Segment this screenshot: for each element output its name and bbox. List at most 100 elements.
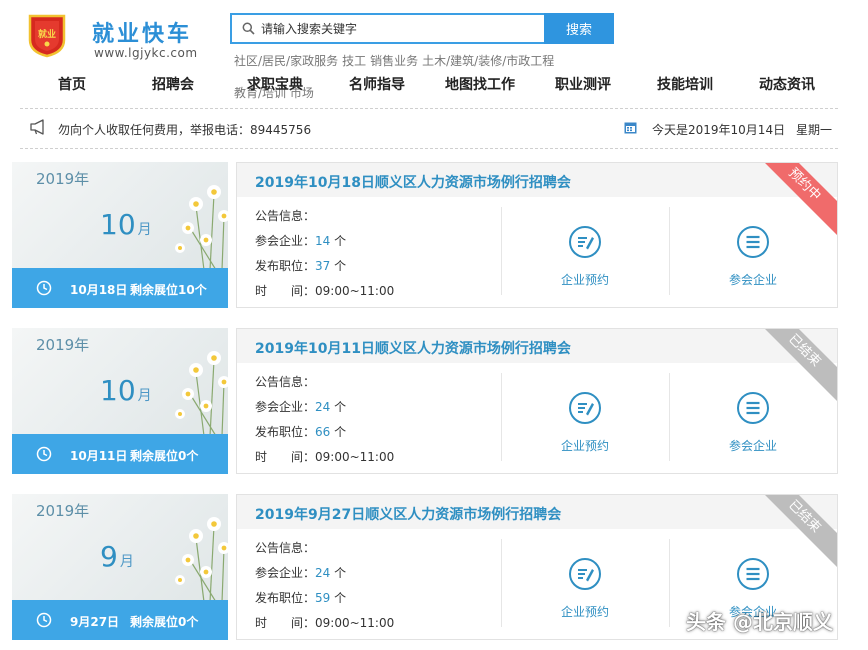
- clock-icon: [36, 280, 52, 296]
- edit-form-icon: [569, 226, 601, 258]
- fair-remaining-booths: 剩余展位10个: [130, 283, 207, 297]
- nav-item-map-jobs[interactable]: 地图找工作: [445, 74, 515, 94]
- daisy-flowers-photo: [175, 517, 228, 602]
- daisy-flowers-photo: [175, 351, 228, 436]
- info-row: 公告信息：: [255, 209, 316, 223]
- fair-time: 09:00~11:00: [315, 450, 395, 464]
- fair-date-footer: 10月11日 剩余展位0个: [12, 434, 228, 474]
- fair-date-footer: 10月18日 剩余展位10个: [12, 268, 228, 308]
- site-logo-emblem-icon[interactable]: 就业: [26, 12, 68, 58]
- fair-remaining-booths: 剩余展位0个: [130, 615, 199, 629]
- column-separator: [501, 539, 502, 627]
- month-suffix: 月: [137, 222, 152, 238]
- column-separator: [669, 373, 670, 461]
- positions-count: 66: [315, 425, 331, 439]
- fair-details: 公告信息： 参会企业：14 个 发布职位：37 个 时 间：09:00~11:0…: [255, 207, 394, 307]
- column-separator: [501, 373, 502, 461]
- fair-details: 公告信息： 参会企业：24 个 发布职位：66 个 时 间：09:00~11:0…: [255, 373, 394, 473]
- fair-month: 10 月: [100, 374, 152, 407]
- fair-month: 9月: [100, 540, 134, 573]
- attending-companies-label: 参会企业: [728, 273, 777, 287]
- search-button[interactable]: 搜索: [544, 13, 614, 44]
- edit-form-icon: [569, 558, 601, 590]
- fair-month-number: 9: [100, 540, 118, 573]
- hot-tag[interactable]: 技工: [342, 54, 366, 68]
- nav-item-job-guide[interactable]: 求职宝典: [247, 74, 303, 94]
- book-booth-button[interactable]: 企业预约: [525, 557, 645, 620]
- header-divider: [20, 108, 838, 109]
- fair-info-card: 2019年10月11日顺义区人力资源市场例行招聘会 已结束 公告信息： 参会企业…: [236, 328, 838, 474]
- companies-row: 参会企业：24 个: [255, 400, 347, 414]
- book-booth-button[interactable]: 企业预约: [525, 391, 645, 454]
- fair-title-link[interactable]: 2019年9月27日顺义区人力资源市场例行招聘会: [255, 504, 561, 524]
- positions-count: 37: [315, 259, 331, 273]
- book-booth-label: 企业预约: [560, 605, 609, 619]
- fair-time: 09:00~11:00: [315, 616, 395, 630]
- fair-year: 2019年: [36, 502, 90, 520]
- fair-time: 09:00~11:00: [315, 284, 395, 298]
- info-row: 公告信息：: [255, 375, 316, 389]
- hot-search-tags: 社区/居民/家政服务 技工 销售业务 土木/建筑/装修/市政工程 教育/培训 市场: [234, 54, 584, 100]
- nav-item-home[interactable]: 首页: [58, 74, 86, 94]
- hot-tag[interactable]: 社区/居民/家政服务: [234, 54, 338, 68]
- companies-row: 参会企业：14 个: [255, 234, 347, 248]
- list-menu-icon: [737, 558, 769, 590]
- search-box: [230, 13, 544, 44]
- time-row: 时 间：09:00~11:00: [255, 284, 395, 298]
- info-row: 公告信息：: [255, 541, 316, 555]
- attending-companies-button[interactable]: 参会企业: [693, 225, 813, 288]
- logo-emblem-text: 就业: [38, 28, 56, 40]
- list-menu-icon: [737, 392, 769, 424]
- nav-item-news[interactable]: 动态资讯: [759, 74, 815, 94]
- nav-item-skill-training[interactable]: 技能培训: [657, 74, 713, 94]
- column-separator: [669, 207, 670, 295]
- fair-date-card[interactable]: 2019年 9月 9月27日 剩余展位0个: [12, 494, 228, 640]
- hot-tag[interactable]: 土木/建筑/装修/市政工程: [422, 54, 554, 68]
- fair-month: 10 月: [100, 208, 152, 241]
- fair-remaining-booths: 剩余展位0个: [130, 449, 199, 463]
- weekday: 星期一: [796, 123, 833, 137]
- edit-form-icon: [569, 392, 601, 424]
- time-row: 时 间：09:00~11:00: [255, 616, 395, 630]
- positions-count: 59: [315, 591, 331, 605]
- search-input[interactable]: [261, 21, 521, 36]
- list-menu-icon: [737, 226, 769, 258]
- main-nav: 首页 招聘会 求职宝典 名师指导 地图找工作 职业测评 技能培训 动态资讯: [0, 74, 868, 96]
- hot-tag[interactable]: 销售业务: [370, 54, 418, 68]
- today-date: 今天是2019年10月14日: [652, 123, 786, 137]
- daisy-flowers-photo: [175, 185, 228, 270]
- job-fair-item: 2019年 10 月 10月18日 剩余展位10个 2019年10月18日顺义区人…: [0, 162, 868, 310]
- site-title[interactable]: 就业快车: [92, 16, 192, 48]
- fair-date-card[interactable]: 2019年 10 月 10月18日 剩余展位10个: [12, 162, 228, 308]
- nav-item-mentors[interactable]: 名师指导: [349, 74, 405, 94]
- attending-companies-button[interactable]: 参会企业: [693, 391, 813, 454]
- fair-date-card[interactable]: 2019年 10 月 10月11日 剩余展位0个: [12, 328, 228, 474]
- notice-bar: 勿向个人收取任何费用，举报电话：89445756 今天是2019年10月14日 …: [0, 118, 868, 140]
- attending-companies-label: 参会企业: [728, 439, 777, 453]
- month-suffix: 月: [137, 388, 152, 404]
- book-booth-button[interactable]: 企业预约: [525, 225, 645, 288]
- fair-title-link[interactable]: 2019年10月18日顺义区人力资源市场例行招聘会: [255, 172, 571, 192]
- search-icon: [242, 22, 255, 35]
- clock-icon: [36, 612, 52, 628]
- book-booth-label: 企业预约: [560, 273, 609, 287]
- fair-date: 10月11日: [70, 449, 128, 463]
- fair-title-link[interactable]: 2019年10月11日顺义区人力资源市场例行招聘会: [255, 338, 571, 358]
- fair-month-number: 10: [100, 208, 136, 241]
- time-row: 时 间：09:00~11:00: [255, 450, 395, 464]
- fair-info-card: 2019年10月18日顺义区人力资源市场例行招聘会 预约中 公告信息： 参会企业…: [236, 162, 838, 308]
- fair-year: 2019年: [36, 336, 90, 354]
- notice-text: 勿向个人收取任何费用，举报电话：89445756: [58, 123, 312, 137]
- nav-item-job-fair[interactable]: 招聘会: [152, 74, 194, 94]
- column-separator: [501, 207, 502, 295]
- fair-month-number: 10: [100, 374, 136, 407]
- companies-count: 14: [315, 234, 331, 248]
- megaphone-icon: [30, 119, 44, 135]
- fair-date-footer: 9月27日 剩余展位0个: [12, 600, 228, 640]
- site-url: www.lgjykc.com: [94, 46, 198, 60]
- nav-item-career-test[interactable]: 职业测评: [555, 74, 611, 94]
- toutiao-watermark: 头条 @北京顺义: [686, 610, 833, 634]
- positions-row: 发布职位：37 个: [255, 259, 347, 273]
- clock-icon: [36, 446, 52, 462]
- column-separator: [669, 539, 670, 627]
